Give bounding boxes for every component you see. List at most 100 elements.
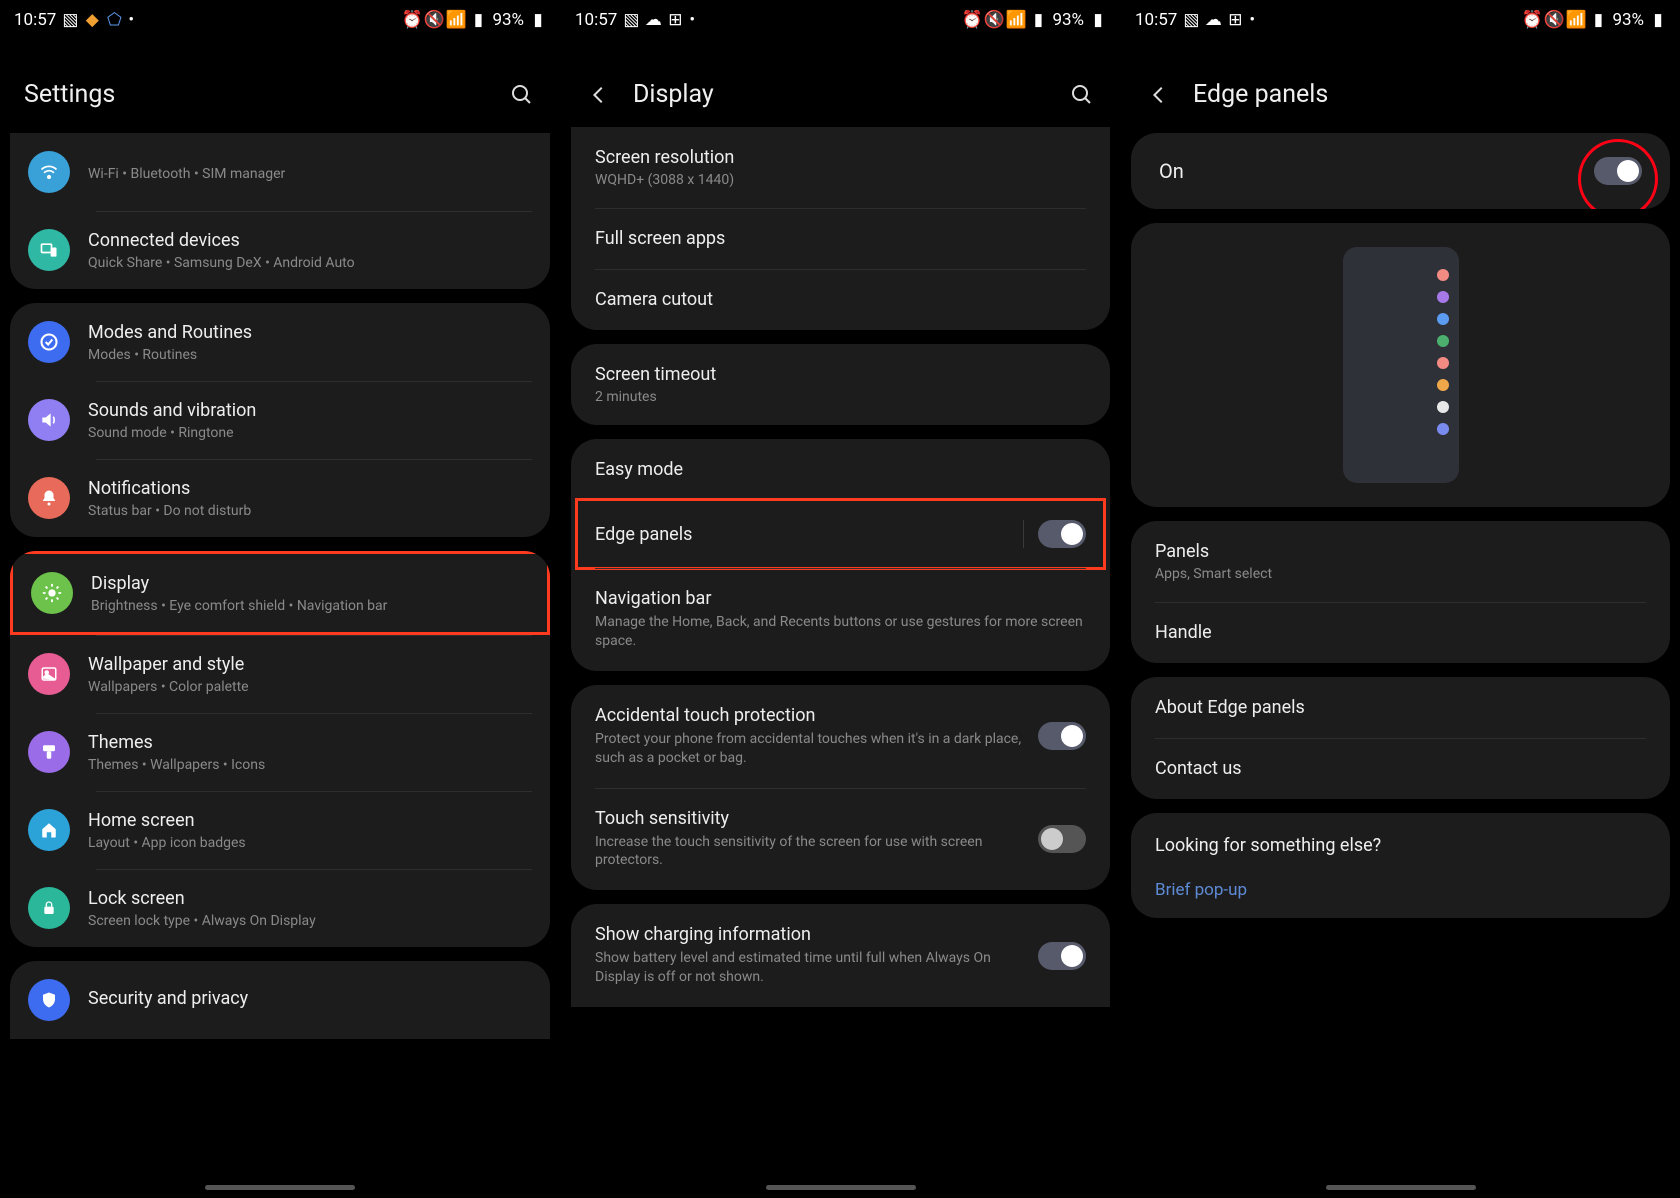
- display-panel: 10:57 ▧ ☁ ⊞ • ⏰ 🔇 📶 ▮ 93% ▮ Display Scre…: [560, 0, 1120, 1198]
- display-row-easy-mode[interactable]: Easy mode: [571, 439, 1110, 500]
- edge-row-contact[interactable]: Contact us: [1131, 738, 1670, 799]
- row-value: Apps, Smart select: [1155, 566, 1646, 582]
- row-title: Contact us: [1155, 758, 1646, 779]
- row-value: WQHD+ (3088 x 1440): [595, 172, 1086, 188]
- devices-icon: [28, 229, 70, 271]
- row-title: Themes: [88, 732, 532, 753]
- alarm-icon: ⏰: [404, 12, 420, 28]
- display-row-navigation-bar[interactable]: Navigation barManage the Home, Back, and…: [571, 568, 1110, 671]
- home-icon: [28, 809, 70, 851]
- settings-row-home-screen[interactable]: Home screenLayout • App icon badges: [10, 791, 550, 869]
- more-notifications-dot: •: [128, 10, 134, 30]
- settings-row-connected-devices[interactable]: Connected devicesQuick Share • Samsung D…: [10, 211, 550, 289]
- row-subtitle: Quick Share • Samsung DeX • Android Auto: [88, 255, 532, 271]
- row-title: Security and privacy: [88, 988, 532, 1009]
- settings-card: Wi-Fi • Bluetooth • SIM managerConnected…: [10, 133, 550, 289]
- settings-row-themes[interactable]: ThemesThemes • Wallpapers • Icons: [10, 713, 550, 791]
- row-title: Panels: [1155, 541, 1646, 562]
- gallery-icon: ▧: [62, 12, 78, 28]
- edge-row-panels[interactable]: Panels Apps, Smart select: [1131, 521, 1670, 602]
- settings-row-notifications[interactable]: NotificationsStatus bar • Do not disturb: [10, 459, 550, 537]
- display-card: Show charging informationShow battery le…: [571, 904, 1110, 1007]
- gallery-icon: ▧: [623, 12, 639, 28]
- preview-dot: [1437, 401, 1449, 413]
- settings-card: DisplayBrightness • Eye comfort shield •…: [10, 551, 550, 947]
- wifi-icon: 📶: [1568, 12, 1584, 28]
- header: Display: [561, 40, 1120, 133]
- status-bar: 10:57 ▧ ◆ ⬠ • ⏰ 🔇 📶 ▮ 93% ▮: [0, 0, 560, 40]
- display-row-edge-panels[interactable]: Edge panels: [571, 500, 1110, 568]
- home-icon: ⬠: [106, 12, 122, 28]
- settings-row-security[interactable]: Security and privacy: [10, 961, 550, 1039]
- bell-icon: [28, 477, 70, 519]
- settings-row-lock-screen[interactable]: Lock screenScreen lock type • Always On …: [10, 869, 550, 947]
- toggle-charging-info[interactable]: [1038, 942, 1086, 970]
- display-row-charging-info[interactable]: Show charging informationShow battery le…: [571, 904, 1110, 1007]
- settings-panel: 10:57 ▧ ◆ ⬠ • ⏰ 🔇 📶 ▮ 93% ▮ Settings Wi-…: [0, 0, 560, 1198]
- row-title: Screen timeout: [595, 364, 1086, 385]
- battery-pct: 93%: [1612, 10, 1644, 30]
- display-row-accidental-touch[interactable]: Accidental touch protectionProtect your …: [571, 685, 1110, 788]
- row-title: Easy mode: [595, 459, 1086, 480]
- row-description: Increase the touch sensitivity of the sc…: [595, 833, 1022, 871]
- preview-dot: [1437, 379, 1449, 391]
- battery-pct: 93%: [492, 10, 524, 30]
- display-row-resolution[interactable]: Screen resolutionWQHD+ (3088 x 1440): [571, 127, 1110, 208]
- header: Settings: [0, 40, 560, 133]
- preview-dot: [1437, 291, 1449, 303]
- more-notifications-dot: •: [689, 10, 695, 30]
- settings-row-sounds[interactable]: Sounds and vibrationSound mode • Rington…: [10, 381, 550, 459]
- settings-row-display[interactable]: DisplayBrightness • Eye comfort shield •…: [10, 551, 550, 635]
- search-button[interactable]: [1068, 81, 1096, 109]
- row-subtitle: Layout • App icon badges: [88, 835, 532, 851]
- settings-row-connections[interactable]: Wi-Fi • Bluetooth • SIM manager: [10, 133, 550, 211]
- suggestion-link[interactable]: Brief pop-up: [1131, 862, 1670, 918]
- display-row-fullscreen-apps[interactable]: Full screen apps: [571, 208, 1110, 269]
- looking-for-heading: Looking for something else?: [1131, 813, 1670, 862]
- toggle-accidental-touch[interactable]: [1038, 722, 1086, 750]
- settings-row-modes-routines[interactable]: Modes and RoutinesModes • Routines: [10, 303, 550, 381]
- row-title: Accidental touch protection: [595, 705, 1022, 726]
- edge-row-about[interactable]: About Edge panels: [1131, 677, 1670, 738]
- display-row-camera-cutout[interactable]: Camera cutout: [571, 269, 1110, 330]
- display-card: Screen timeout2 minutes: [571, 344, 1110, 425]
- row-subtitle: Status bar • Do not disturb: [88, 503, 532, 519]
- row-title: Sounds and vibration: [88, 400, 532, 421]
- app-icon: ◆: [84, 12, 100, 28]
- grid-icon: ⊞: [1227, 12, 1243, 28]
- page-title: Edge panels: [1193, 80, 1328, 109]
- master-toggle-row[interactable]: On: [1131, 133, 1670, 209]
- back-button[interactable]: [1145, 81, 1173, 109]
- cloud-icon: ☁: [645, 12, 661, 28]
- row-description: Manage the Home, Back, and Recents butto…: [595, 613, 1086, 651]
- highlight-circle: [1578, 139, 1658, 209]
- signal-icon: ▮: [1590, 12, 1606, 28]
- edge-row-handle[interactable]: Handle: [1131, 602, 1670, 663]
- settings-row-wallpaper[interactable]: Wallpaper and styleWallpapers • Color pa…: [10, 635, 550, 713]
- display-card: Easy mode Edge panelsNavigation barManage…: [571, 439, 1110, 671]
- wifi-icon: 📶: [1008, 12, 1024, 28]
- display-card: Screen resolutionWQHD+ (3088 x 1440)Full…: [571, 127, 1110, 330]
- gesture-bar: [1326, 1185, 1476, 1190]
- toggle-touch-sensitivity[interactable]: [1038, 825, 1086, 853]
- back-button[interactable]: [585, 81, 613, 109]
- cloud-icon: ☁: [1205, 12, 1221, 28]
- row-title: Display: [91, 573, 529, 594]
- check-icon: [28, 321, 70, 363]
- row-description: Show battery level and estimated time un…: [595, 949, 1022, 987]
- display-row-screen-timeout[interactable]: Screen timeout2 minutes: [571, 344, 1110, 425]
- gesture-bar: [205, 1185, 355, 1190]
- preview-dot: [1437, 269, 1449, 281]
- search-button[interactable]: [508, 81, 536, 109]
- battery-icon: ▮: [1090, 12, 1106, 28]
- display-row-touch-sensitivity[interactable]: Touch sensitivityIncrease the touch sens…: [571, 788, 1110, 891]
- signal-icon: ▮: [470, 12, 486, 28]
- preview-dot: [1437, 335, 1449, 347]
- battery-icon: ▮: [530, 12, 546, 28]
- row-title: Camera cutout: [595, 289, 1086, 310]
- settings-card: Security and privacy: [10, 961, 550, 1039]
- wifi-icon: 📶: [448, 12, 464, 28]
- highlight-rect: [575, 498, 1106, 570]
- battery-pct: 93%: [1052, 10, 1084, 30]
- alarm-icon: ⏰: [1524, 12, 1540, 28]
